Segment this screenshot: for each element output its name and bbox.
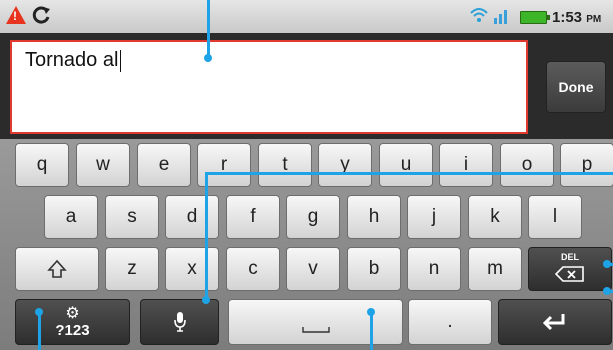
key-p[interactable]: p [560, 143, 613, 187]
key-c[interactable]: c [226, 247, 280, 291]
key-t[interactable]: t [258, 143, 312, 187]
callout-symbols [38, 312, 41, 350]
signal-icon [494, 10, 507, 24]
key-z[interactable]: z [105, 247, 159, 291]
callout-space [370, 312, 373, 350]
space-icon [301, 327, 330, 333]
clock-time: 1:53 [552, 9, 583, 26]
clock: 1:53 PM [552, 9, 601, 26]
key-q[interactable]: q [15, 143, 69, 187]
key-n[interactable]: n [407, 247, 461, 291]
callout-dot-voice [202, 296, 210, 304]
shift-icon [47, 259, 67, 278]
callout-dot-space [367, 308, 375, 316]
enter-icon [542, 314, 565, 331]
backspace-icon [555, 266, 584, 282]
enter-key[interactable] [498, 299, 612, 345]
key-d[interactable]: d [165, 195, 219, 239]
callout-dot-text-field [204, 54, 212, 62]
key-o[interactable]: o [500, 143, 554, 187]
key-j[interactable]: j [407, 195, 461, 239]
delete-label: DEL [561, 252, 579, 262]
space-key[interactable] [228, 299, 403, 345]
symbols-label: ?123 [55, 321, 90, 339]
key-a[interactable]: a [44, 195, 98, 239]
key-l[interactable]: l [528, 195, 582, 239]
status-bar: ! 1:53 PM [0, 0, 613, 34]
key-y[interactable]: y [318, 143, 372, 187]
key-e[interactable]: e [137, 143, 191, 187]
period-key[interactable]: . [408, 299, 492, 345]
key-v[interactable]: v [286, 247, 340, 291]
key-b[interactable]: b [347, 247, 401, 291]
callout-voice-vertical [205, 172, 208, 300]
callout-text-field [207, 0, 210, 58]
key-k[interactable]: k [468, 195, 522, 239]
key-g[interactable]: g [286, 195, 340, 239]
wifi-icon [470, 8, 488, 22]
shift-key[interactable] [15, 247, 99, 291]
callout-voice-horizontal [205, 172, 613, 175]
key-u[interactable]: u [379, 143, 433, 187]
callout-dot-delete [603, 260, 611, 268]
clock-ampm: PM [586, 14, 602, 25]
gear-icon: ⚙ [65, 304, 80, 322]
sync-icon [32, 6, 50, 24]
key-m[interactable]: m [468, 247, 522, 291]
symbols-key[interactable]: ⚙ ?123 [15, 299, 130, 345]
delete-key[interactable]: DEL [528, 247, 612, 291]
text-cursor [120, 49, 122, 72]
text-field-value: Tornado al [25, 49, 119, 71]
warning-icon: ! [6, 6, 26, 24]
battery-icon [520, 11, 550, 24]
voice-input-key[interactable] [140, 299, 219, 345]
screen: ! 1:53 PM Tornado al Done q w e r t y u [0, 0, 613, 350]
done-button[interactable]: Done [546, 61, 606, 113]
microphone-icon [173, 312, 186, 332]
keyboard: q w e r t y u i o p a s d f g h j k l z … [0, 139, 613, 350]
key-i[interactable]: i [439, 143, 493, 187]
key-w[interactable]: w [76, 143, 130, 187]
callout-dot-enter [603, 287, 611, 295]
key-s[interactable]: s [105, 195, 159, 239]
callout-dot-symbols [35, 308, 43, 316]
key-x[interactable]: x [165, 247, 219, 291]
key-h[interactable]: h [347, 195, 401, 239]
key-f[interactable]: f [226, 195, 280, 239]
text-field[interactable]: Tornado al [10, 40, 528, 134]
